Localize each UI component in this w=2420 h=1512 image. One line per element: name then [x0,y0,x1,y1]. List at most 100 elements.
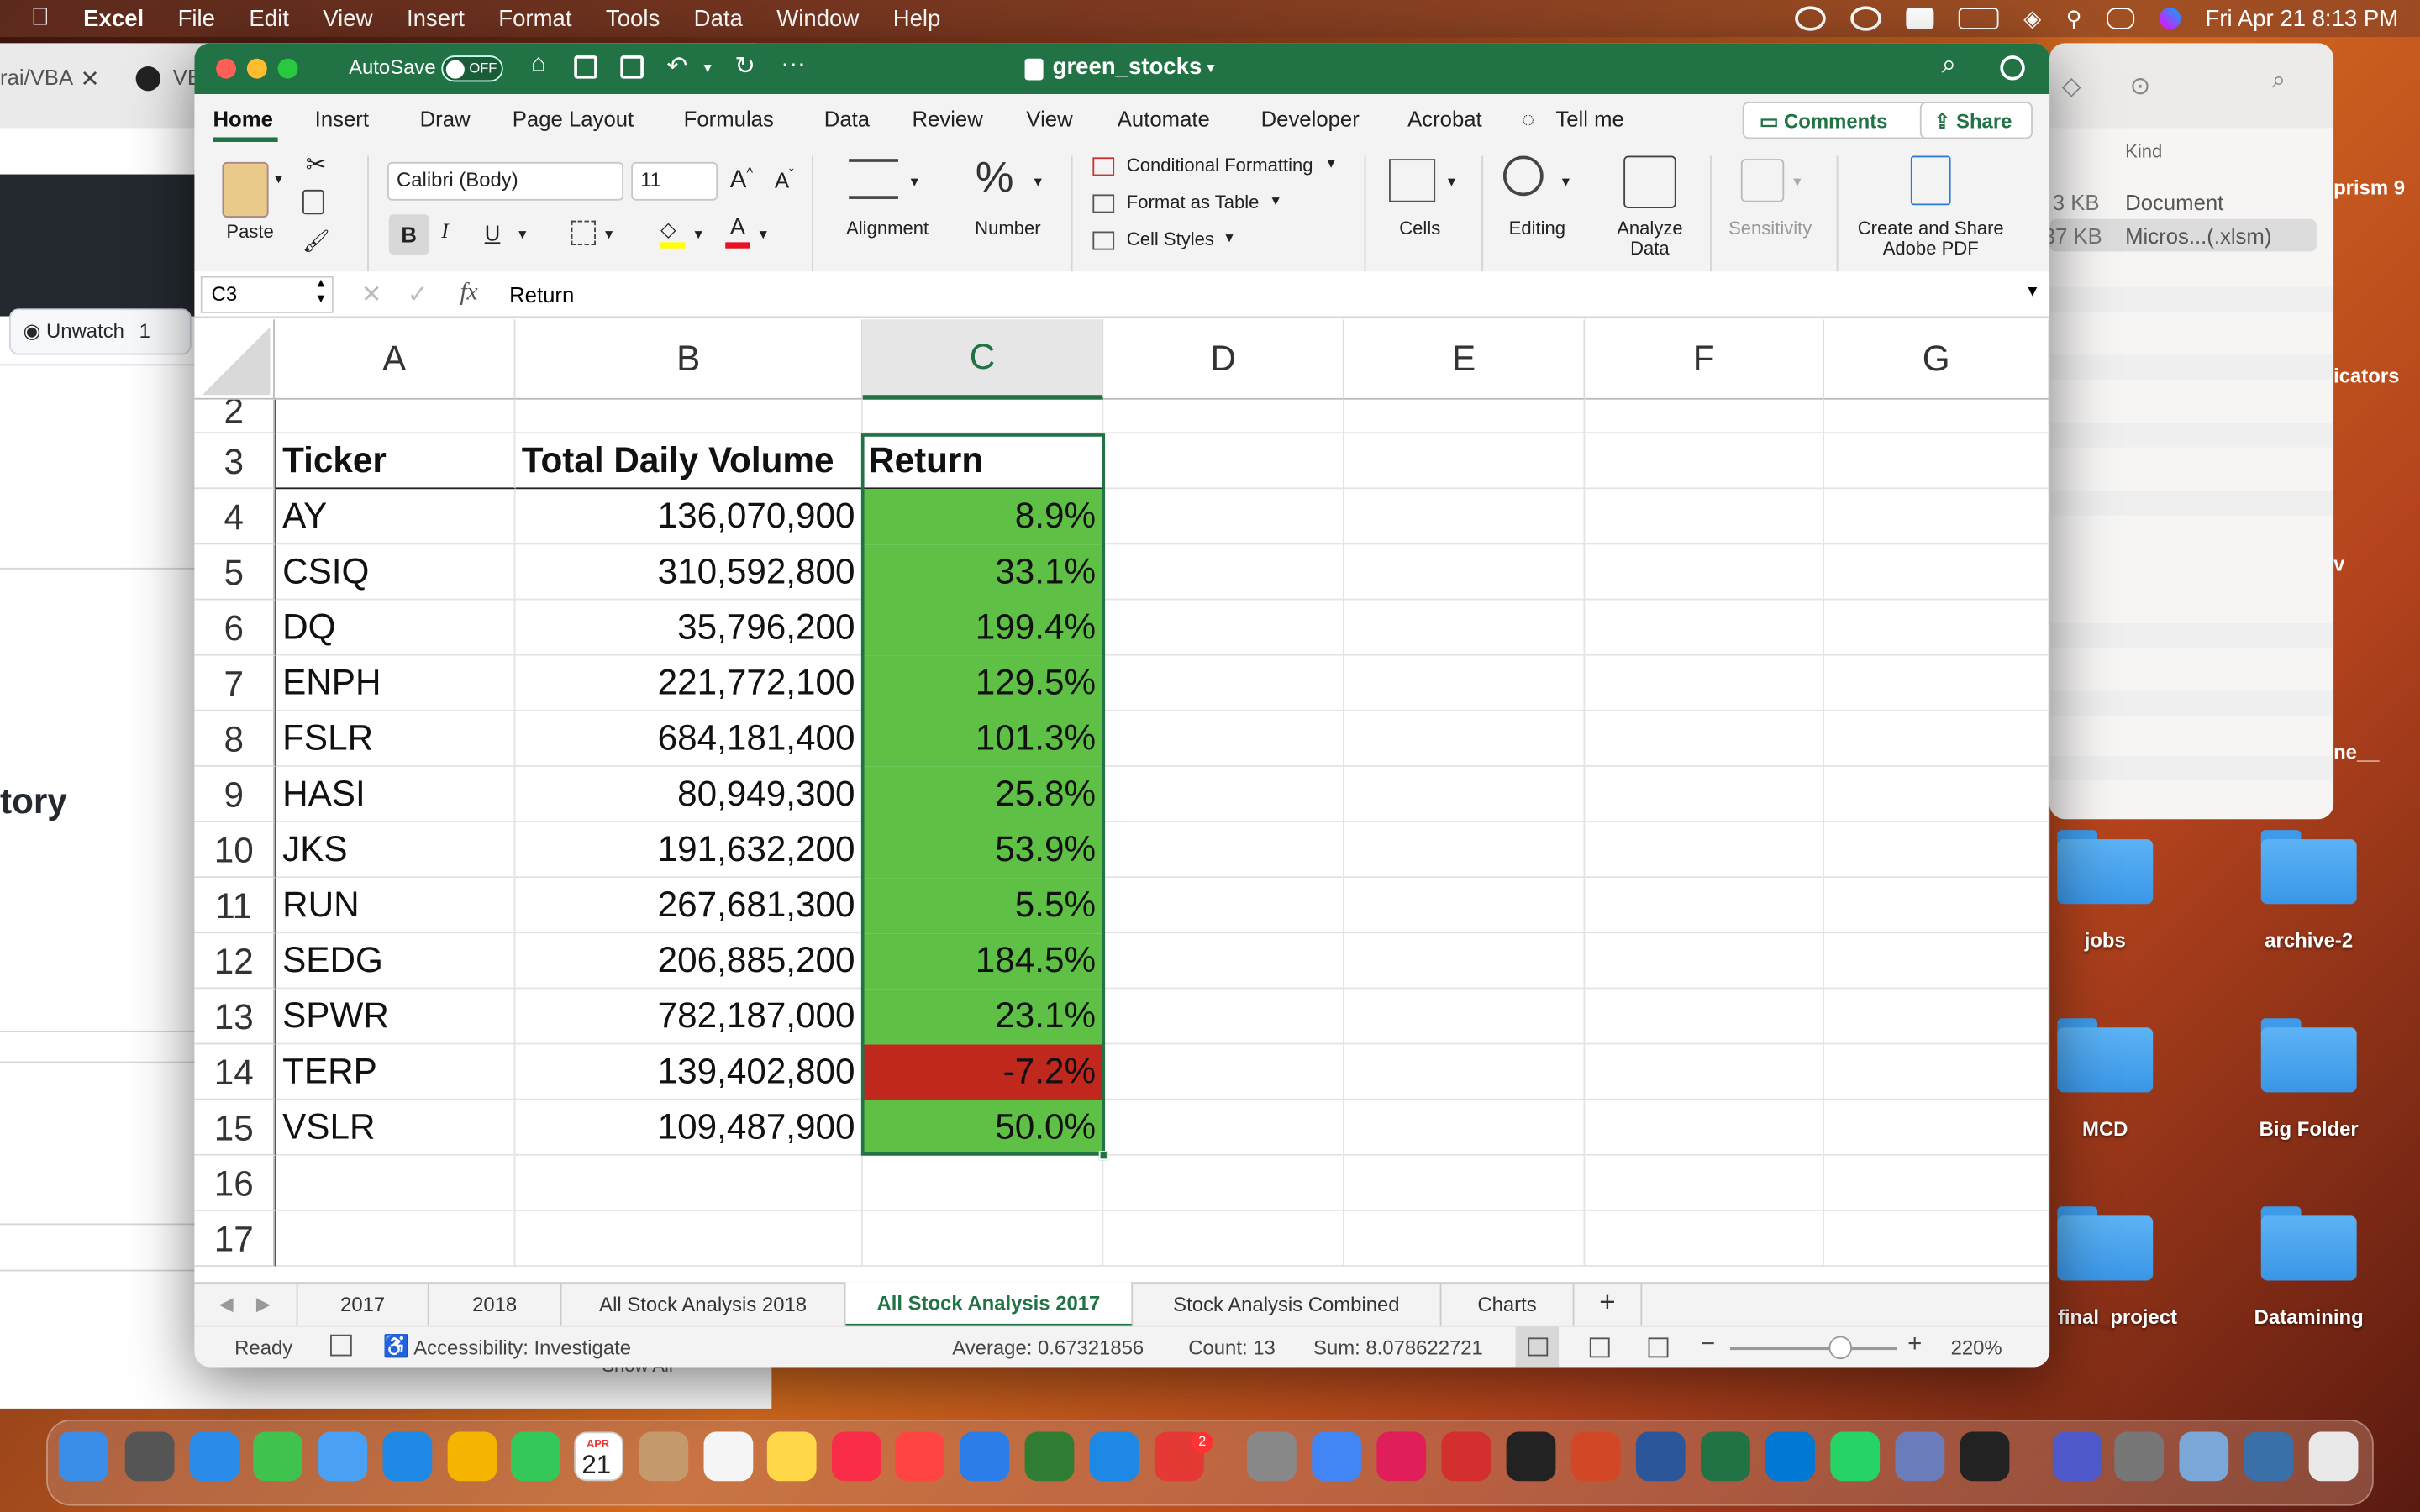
cell-empty[interactable] [1103,1155,1344,1211]
menu-app-name[interactable]: Excel [83,5,144,31]
cell-empty[interactable] [1103,822,1344,879]
cell-b14[interactable]: 139,402,800 [515,1044,863,1100]
more-icon[interactable]: ⊙ [2130,71,2151,102]
cell-a10[interactable]: JKS [274,822,516,879]
save-as-icon[interactable] [620,55,644,79]
cell-empty[interactable] [1585,544,1824,601]
cell-empty[interactable] [1103,878,1344,934]
cell-empty[interactable] [1103,1044,1344,1100]
cell-a9[interactable]: HASI [274,766,516,822]
menu-edit[interactable]: Edit [249,5,288,31]
tab-home[interactable]: Home [213,107,272,131]
cell-c9[interactable]: 25.8% [862,766,1104,822]
cell-a4[interactable]: AY [274,489,516,545]
siri-icon[interactable] [2159,8,2181,29]
sensitivity-label[interactable]: Sensitivity [1716,218,1824,239]
cell-b3[interactable]: Total Daily Volume [515,433,863,490]
next-sheet-icon[interactable]: ▶ [256,1293,271,1315]
numbers-icon[interactable] [1024,1431,1075,1482]
cell-c5[interactable]: 33.1% [862,544,1104,601]
cell-c6[interactable]: 199.4% [862,600,1104,656]
cell-empty[interactable] [1585,766,1824,822]
cell-b8[interactable]: 684,181,400 [515,711,863,767]
cell-empty[interactable] [1344,822,1586,879]
battery-icon[interactable] [1959,8,1999,29]
cell-a16[interactable] [274,1155,516,1211]
cell-empty[interactable] [1585,933,1824,990]
confirm-formula-icon[interactable]: ✓ [408,279,429,310]
cell-c12[interactable]: 184.5% [862,933,1104,990]
cell-a8[interactable]: FSLR [274,711,516,767]
cell-empty[interactable] [1344,989,1586,1045]
unwatch-button[interactable]: ◉ Unwatch 1 [9,308,192,355]
cell-empty[interactable] [1103,544,1344,601]
acrobat-icon[interactable] [1376,1431,1427,1482]
fill-color-icon[interactable]: ◇ [660,218,686,249]
tab-review[interactable]: Review [912,107,982,131]
tab-page-layout[interactable]: Page Layout [513,107,634,131]
cell-b7[interactable]: 221,772,100 [515,655,863,711]
add-sheet-button[interactable]: + [1574,1284,1643,1326]
cell-empty[interactable] [1823,433,2050,490]
cell-b12[interactable]: 206,885,200 [515,933,863,990]
cell-empty[interactable] [1103,433,1344,490]
cell-empty[interactable] [1344,433,1586,490]
cell-empty[interactable] [1344,711,1586,767]
menu-view[interactable]: View [323,5,372,31]
chevron-down-icon[interactable]: ▾ [1207,60,1214,77]
cell-empty[interactable] [1823,711,2050,767]
analyze-data-icon[interactable] [1623,155,1676,208]
cell-empty[interactable] [1823,544,2050,601]
cell-empty[interactable] [1823,933,2050,990]
cell-a11[interactable]: RUN [274,878,516,934]
column-header-a[interactable]: A [274,319,516,400]
save-icon[interactable] [574,55,597,79]
cell-empty[interactable] [1585,822,1824,879]
stack-icon[interactable] [2308,1431,2359,1482]
redo-icon[interactable]: ↻ [734,51,755,82]
row-header[interactable]: 12 [194,933,275,990]
cell-empty[interactable] [1344,544,1586,601]
row-header[interactable]: 6 [194,600,275,656]
excel-icon[interactable] [1635,1431,1686,1482]
chevron-down-icon[interactable]: ▾ [1793,175,1801,192]
bold-button[interactable]: B [388,214,429,255]
folder-label-datamining[interactable]: Datamining [2217,1305,2402,1329]
cell-b4[interactable]: 136,070,900 [515,489,863,545]
control-center-icon[interactable] [2106,8,2135,29]
page-break-view-icon[interactable] [1648,1337,1669,1358]
chevron-down-icon[interactable]: ▾ [704,60,712,77]
cell-c10[interactable]: 53.9% [862,822,1104,879]
cell-styles-button[interactable]: Cell Styles [1127,228,1214,250]
formula-input[interactable]: Return [509,282,574,307]
document-icon[interactable] [2114,1431,2165,1482]
cell-empty[interactable] [1823,989,2050,1045]
cell-c15[interactable]: 50.0% [862,1100,1104,1156]
cell-b5[interactable]: 310,592,800 [515,544,863,601]
tag-icon[interactable]: ◇ [2062,71,2081,102]
cell-empty[interactable] [1344,1100,1586,1156]
finder-icon[interactable] [58,1431,108,1482]
search-icon[interactable]: ⌕ [2272,68,2286,96]
accessibility-status[interactable]: Accessibility: Investigate [413,1336,631,1360]
cell-empty[interactable] [1823,1100,2050,1156]
cell-empty[interactable] [1344,878,1586,934]
row-header[interactable]: 11 [194,878,275,934]
cell-empty[interactable] [1103,711,1344,767]
cell-empty[interactable] [1823,600,2050,656]
format-painter-icon[interactable]: 🖌 [302,228,330,255]
kind-column-header[interactable]: Kind [2125,140,2162,162]
cell-empty[interactable] [1823,766,2050,822]
folder-icon[interactable] [2057,1018,2154,1093]
chevron-down-icon[interactable]: ▾ [1034,175,1042,192]
alignment-icon[interactable] [849,159,898,199]
chevron-down-icon[interactable]: ▾ [1328,156,1335,173]
cell-a5[interactable]: CSIQ [274,544,516,601]
cell-a3[interactable]: Ticker [274,433,516,490]
menu-tools[interactable]: Tools [606,5,660,31]
wifi-icon[interactable]: ◈ [2023,5,2041,32]
cut-icon[interactable]: ✂ [306,150,327,181]
safari-icon[interactable] [189,1431,239,1482]
cell-b10[interactable]: 191,632,200 [515,822,863,879]
cell-empty[interactable] [1103,1100,1344,1156]
